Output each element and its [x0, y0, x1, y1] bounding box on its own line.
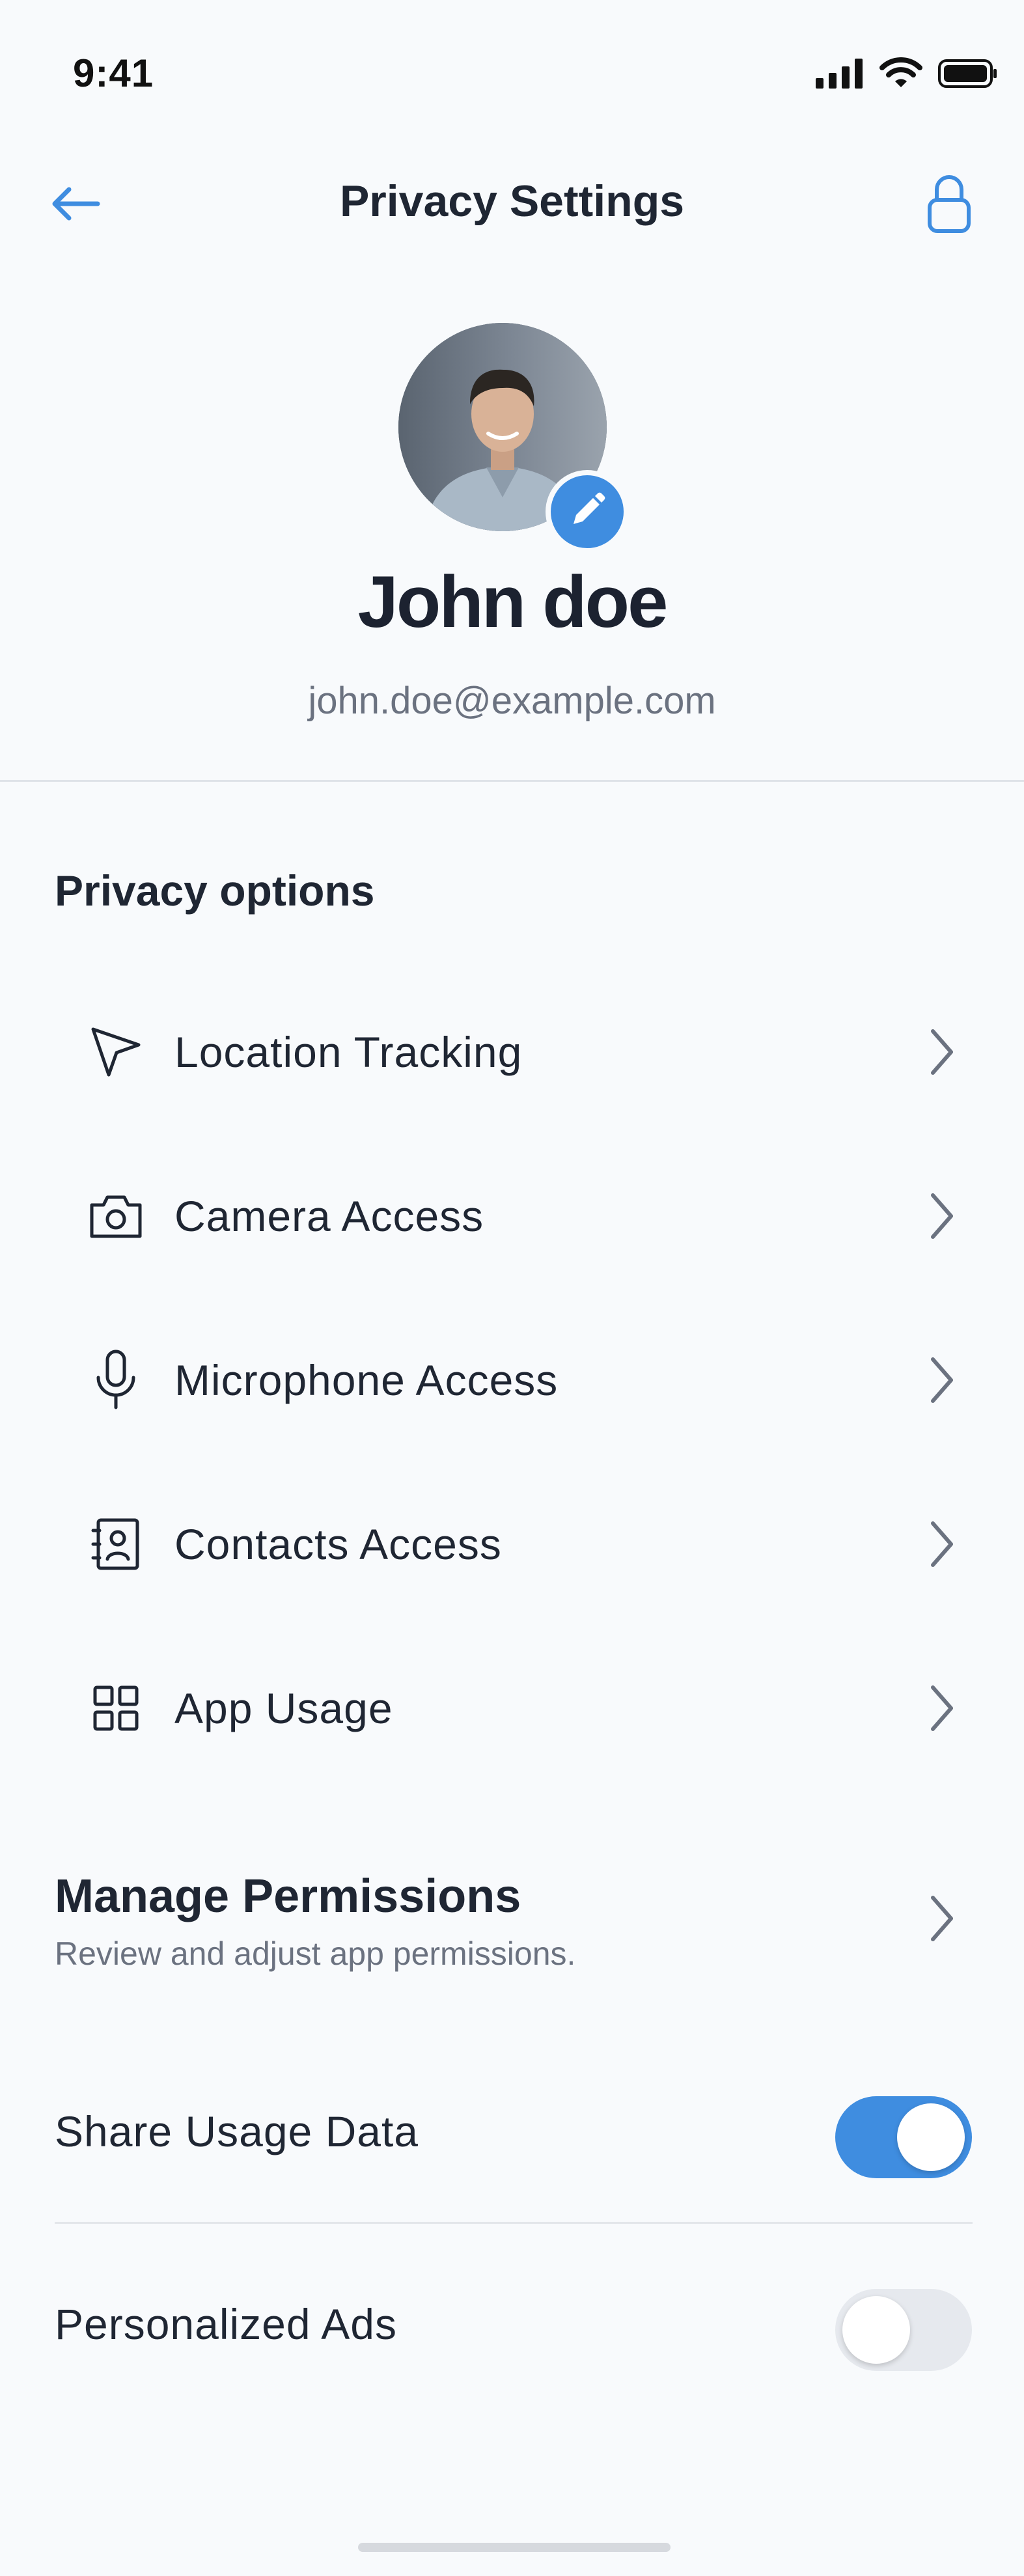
- privacy-options-heading: Privacy options: [55, 866, 375, 915]
- option-location-tracking[interactable]: Location Tracking: [0, 970, 1024, 1134]
- option-label: App Usage: [174, 1684, 393, 1732]
- edit-avatar-button[interactable]: [546, 470, 629, 553]
- manage-permissions-title: Manage Permissions: [55, 1870, 521, 1922]
- toggle-row-share-usage-data: Share Usage Data: [0, 2064, 1024, 2194]
- toggle-row-personalized-ads: Personalized Ads: [0, 2256, 1024, 2387]
- status-time: 9:41: [73, 51, 154, 95]
- pencil-icon: [567, 490, 607, 534]
- option-label: Contacts Access: [174, 1520, 502, 1568]
- lock-button[interactable]: [920, 169, 978, 241]
- contacts-icon: [85, 1513, 147, 1575]
- manage-permissions-row[interactable]: Manage Permissions Review and adjust app…: [0, 1849, 1024, 1979]
- toggle-label: Personalized Ads: [55, 2300, 397, 2348]
- microphone-icon: [85, 1349, 147, 1411]
- chevron-right-icon: [922, 1889, 962, 1948]
- toggle-knob: [842, 2296, 910, 2364]
- camera-icon: [85, 1185, 147, 1247]
- header: Privacy Settings: [0, 156, 1024, 247]
- chevron-right-icon: [922, 1023, 962, 1081]
- profile-avatar-container: [398, 323, 629, 553]
- grid-icon: [85, 1677, 147, 1739]
- personalized-ads-toggle[interactable]: [835, 2289, 972, 2371]
- option-label: Location Tracking: [174, 1028, 523, 1076]
- chevron-right-icon: [922, 1679, 962, 1738]
- share-usage-data-toggle[interactable]: [835, 2096, 972, 2178]
- profile-name: John doe: [357, 561, 669, 643]
- option-label: Camera Access: [174, 1192, 484, 1240]
- lock-icon: [926, 174, 972, 237]
- chevron-right-icon: [922, 1187, 962, 1245]
- toggle-label: Share Usage Data: [55, 2107, 419, 2155]
- chevron-right-icon: [922, 1351, 962, 1409]
- privacy-options-list: Location Tracking Camera Access Micropho…: [0, 970, 1024, 1790]
- location-arrow-icon: [85, 1021, 147, 1083]
- toggle-knob: [897, 2103, 965, 2171]
- status-bar: 9:41: [0, 0, 1024, 143]
- profile-email: john.doe@example.com: [308, 680, 716, 722]
- wifi-icon: [879, 57, 922, 93]
- option-app-usage[interactable]: App Usage: [0, 1626, 1024, 1790]
- option-microphone-access[interactable]: Microphone Access: [0, 1298, 1024, 1462]
- signal-icon: [816, 59, 864, 92]
- option-label: Microphone Access: [174, 1356, 559, 1404]
- page-title: Privacy Settings: [339, 176, 685, 226]
- option-camera-access[interactable]: Camera Access: [0, 1134, 1024, 1298]
- battery-icon: [938, 59, 998, 92]
- option-contacts-access[interactable]: Contacts Access: [0, 1462, 1024, 1626]
- chevron-right-icon: [922, 1515, 962, 1573]
- divider: [55, 2222, 973, 2224]
- status-icons: [816, 57, 998, 93]
- manage-permissions-subtitle: Review and adjust app permissions.: [55, 1935, 576, 1972]
- home-indicator: [358, 2543, 671, 2552]
- divider: [0, 780, 1024, 782]
